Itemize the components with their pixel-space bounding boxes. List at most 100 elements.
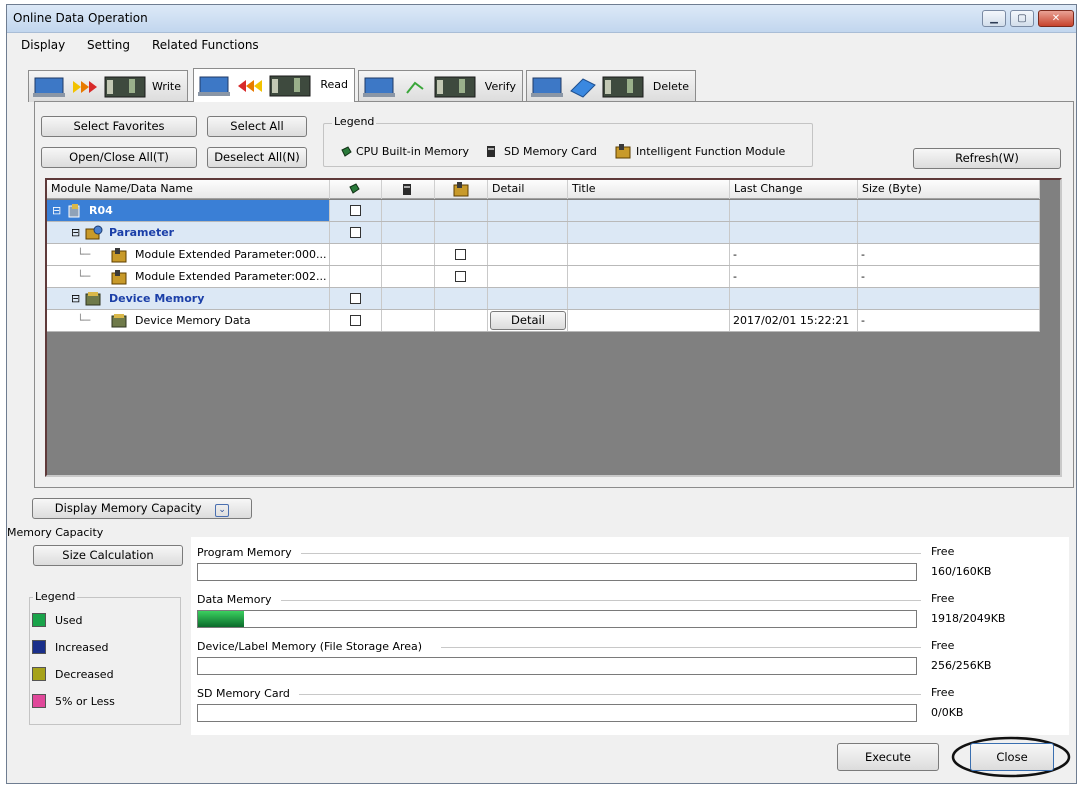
data-memory-label: Data Memory — [197, 593, 276, 606]
select-favorites-button[interactable]: Select Favorites — [41, 116, 197, 137]
header-detail[interactable]: Detail — [488, 180, 568, 199]
last-change-cell: 2017/02/01 15:22:21 — [730, 310, 858, 331]
detail-button[interactable]: Detail — [490, 311, 566, 330]
table-row[interactable]: ⊟ Parameter — [47, 222, 1040, 244]
delete-tab-icon — [531, 76, 644, 98]
cpu-checkbox[interactable] — [350, 315, 361, 326]
refresh-button[interactable]: Refresh(W) — [913, 148, 1061, 169]
minimize-button[interactable]: ▁ — [982, 10, 1006, 27]
close-button[interactable]: Close — [970, 743, 1054, 771]
cpu-built-in-memory-icon — [349, 183, 360, 194]
window-title: Online Data Operation — [13, 11, 148, 25]
size-cell: - — [858, 266, 1040, 287]
device-label-memory-bar — [197, 657, 917, 675]
ifm-cell — [435, 310, 488, 331]
header-ifm[interactable] — [435, 180, 488, 199]
size-cell — [858, 200, 1040, 221]
free-label: Free — [931, 592, 955, 605]
used-fill — [198, 611, 244, 627]
header-last-change[interactable]: Last Change — [730, 180, 858, 199]
sd-memory-card-bar — [197, 704, 917, 722]
ifm-checkbox[interactable] — [455, 249, 466, 260]
row-name-cell: └─ Device Memory Data — [47, 310, 330, 331]
ifm-cell — [435, 288, 488, 309]
memory-capacity-panel: Program Memory Free 160/160KB Data Memor… — [191, 537, 1069, 735]
table-row[interactable]: ⊟ R04 — [47, 200, 1040, 222]
tab-delete[interactable]: Delete — [526, 70, 696, 102]
data-memory-value: 1918/2049KB — [931, 612, 1006, 625]
header-cpu[interactable] — [330, 180, 382, 199]
cpu-checkbox[interactable] — [350, 293, 361, 304]
row-name-cell: └─ Module Extended Parameter:000... — [47, 244, 330, 265]
menu-related-functions[interactable]: Related Functions — [152, 38, 259, 52]
legend-cpu-label: CPU Built-in Memory — [356, 145, 470, 158]
last-change-cell: - — [730, 244, 858, 265]
menu-bar: Display Setting Related Functions — [7, 34, 1076, 56]
legend-decreased-label: Decreased — [55, 668, 114, 681]
data-name: Module Extended Parameter:002... — [135, 270, 327, 283]
execute-button[interactable]: Execute — [837, 743, 939, 771]
detail-cell — [488, 288, 568, 309]
cpu-checkbox[interactable] — [350, 205, 361, 216]
ifm-checkbox[interactable] — [455, 271, 466, 282]
detail-cell — [488, 244, 568, 265]
tab-verify-label: Verify — [484, 80, 516, 93]
collapse-icon[interactable]: ⊟ — [71, 222, 80, 243]
cpu-cell — [330, 222, 382, 243]
parameter-icon — [85, 225, 103, 240]
cpu-checkbox[interactable] — [350, 227, 361, 238]
intelligent-function-module-icon — [111, 270, 127, 285]
divider — [441, 647, 921, 648]
size-cell: - — [858, 310, 1040, 331]
maximize-button[interactable]: ▢ — [1010, 10, 1034, 27]
ifm-cell — [435, 222, 488, 243]
device-memory-data-icon — [111, 314, 127, 328]
group-label-device-memory: Device Memory — [109, 292, 205, 305]
program-memory-value: 160/160KB — [931, 565, 992, 578]
size-calculation-button[interactable]: Size Calculation — [33, 545, 183, 566]
cpu-cell — [330, 266, 382, 287]
table-row[interactable]: ⊟ Device Memory — [47, 288, 1040, 310]
title-bar: Online Data Operation ▁ ▢ ✕ — [7, 5, 1076, 33]
menu-setting[interactable]: Setting — [87, 38, 130, 52]
used-swatch — [32, 613, 46, 627]
program-memory-label: Program Memory — [197, 546, 296, 559]
tab-read[interactable]: Read — [193, 68, 355, 102]
tree-line: └─ — [77, 248, 91, 261]
title-cell — [568, 288, 730, 309]
group-label-parameter: Parameter — [109, 226, 175, 239]
table-row[interactable]: └─ Module Extended Parameter:002... - - — [47, 266, 1040, 288]
sd-memory-card-icon — [403, 184, 411, 195]
free-label: Free — [931, 545, 955, 558]
divider — [281, 600, 921, 601]
header-size[interactable]: Size (Byte) — [858, 180, 1040, 199]
expand-chevron-icon: ⌄ — [215, 504, 230, 517]
title-cell — [568, 244, 730, 265]
display-memory-capacity-button[interactable]: Display Memory Capacity ⌄ — [32, 498, 252, 519]
header-title[interactable]: Title — [568, 180, 730, 199]
cpu-cell — [330, 244, 382, 265]
grid-header: Module Name/Data Name Detail Title Last … — [47, 180, 1040, 199]
last-change-cell: - — [730, 266, 858, 287]
deselect-all-button[interactable]: Deselect All(N) — [207, 147, 307, 168]
table-row[interactable]: └─ Device Memory Data Detail 2017/02/01 … — [47, 310, 1040, 332]
title-cell — [568, 266, 730, 287]
tab-verify[interactable]: Verify — [358, 70, 523, 102]
tab-read-label: Read — [320, 78, 348, 91]
header-sd[interactable] — [382, 180, 435, 199]
select-all-button[interactable]: Select All — [207, 116, 307, 137]
table-row[interactable]: └─ Module Extended Parameter:000... - - — [47, 244, 1040, 266]
menu-display[interactable]: Display — [21, 38, 65, 52]
sd-memory-card-label: SD Memory Card — [197, 687, 294, 700]
header-module-name[interactable]: Module Name/Data Name — [47, 180, 330, 199]
collapse-icon[interactable]: ⊟ — [71, 288, 80, 309]
legend-sd-label: SD Memory Card — [504, 145, 597, 158]
legend-title: Legend — [332, 115, 377, 128]
open-close-all-button[interactable]: Open/Close All(T) — [41, 147, 197, 168]
row-name-cell: ⊟ R04 — [47, 200, 330, 221]
minimize-icon: ▁ — [990, 13, 998, 24]
window-close-button[interactable]: ✕ — [1038, 10, 1074, 27]
maximize-icon: ▢ — [1017, 13, 1027, 24]
tab-write[interactable]: Write — [28, 70, 188, 102]
collapse-icon[interactable]: ⊟ — [52, 200, 61, 221]
